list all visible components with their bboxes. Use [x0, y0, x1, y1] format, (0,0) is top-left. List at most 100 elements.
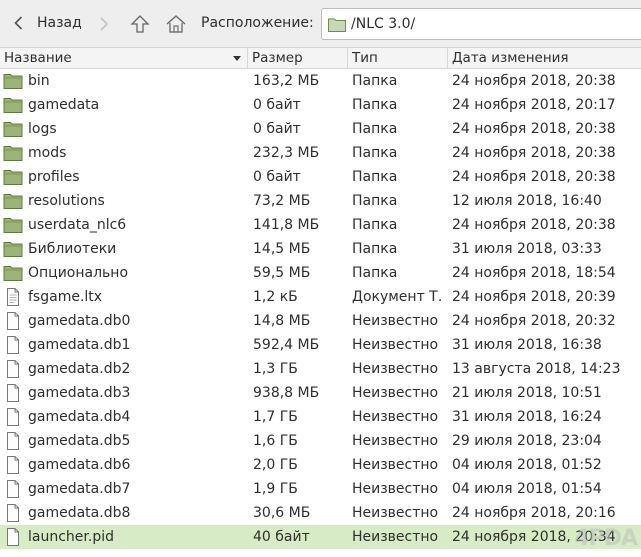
file-row[interactable]: gamedata.db7 1,9 ГБ Неизвестно 04 июля 2018… — [0, 477, 641, 501]
file-row[interactable]: gamedata.db1 592,4 МБ Неизвестно 31 июля 20… — [0, 333, 641, 357]
file-name: fsgame.ltx — [28, 289, 103, 305]
column-date-label: Дата изменения — [452, 50, 569, 66]
file-type: Неизвестно — [352, 481, 439, 497]
file-row[interactable]: resolutions 73,2 МБ Папка 12 июля 2018, 16:… — [0, 189, 641, 213]
text-file-icon — [3, 288, 23, 306]
file-date: 24 ноября 2018, 20:16 — [452, 505, 616, 521]
file-size: 30,6 МБ — [253, 505, 311, 521]
file-size: 59,5 МБ — [253, 265, 311, 281]
file-size: 73,2 МБ — [253, 193, 311, 209]
file-icon — [3, 456, 23, 474]
file-type: Неизвестно — [352, 505, 439, 521]
file-type: Документ Т… — [352, 289, 444, 305]
forward-arrow-icon[interactable] — [93, 13, 115, 35]
file-icon — [3, 504, 23, 522]
file-date: 24 ноября 2018, 20:38 — [452, 145, 616, 161]
file-type: Неизвестно — [352, 385, 439, 401]
folder-icon — [328, 18, 346, 32]
file-size: 1,2 кБ — [253, 289, 298, 305]
file-name: userdata_nlc6 — [28, 217, 127, 233]
file-icon — [3, 408, 23, 426]
folder-icon — [3, 72, 23, 90]
column-header: Название Размер Тип Дата изменения — [0, 48, 641, 69]
file-row[interactable]: gamedata 0 байт Папка 24 ноября 2018, 20:17 — [0, 93, 641, 117]
file-type: Неизвестно — [352, 361, 439, 377]
file-row[interactable]: gamedata.db0 14,8 МБ Неизвестно 24 ноября 2… — [0, 309, 641, 333]
file-row[interactable]: mods 232,3 МБ Папка 24 ноября 2018, 20:38 — [0, 141, 641, 165]
back-button[interactable]: Назад — [0, 6, 86, 40]
file-icon — [3, 336, 23, 354]
file-row[interactable]: fsgame.ltx 1,2 кБ Документ Т… 24 ноября 201… — [0, 285, 641, 309]
file-size: 0 байт — [253, 169, 301, 185]
file-type: Неизвестно — [352, 313, 439, 329]
file-date: 31 июля 2018, 03:33 — [452, 241, 602, 257]
file-icon — [3, 312, 23, 330]
file-size: 14,8 МБ — [253, 313, 311, 329]
up-arrow-icon[interactable] — [129, 13, 151, 35]
file-size: 40 байт — [253, 529, 310, 545]
file-size: 592,4 МБ — [253, 337, 320, 353]
location-field[interactable]: /NLC 3.0/ — [321, 8, 641, 40]
file-size: 1,7 ГБ — [253, 409, 298, 425]
folder-icon — [3, 264, 23, 282]
file-type: Папка — [352, 145, 398, 161]
folder-icon — [3, 144, 23, 162]
folder-icon — [3, 240, 23, 258]
back-arrow-icon — [14, 16, 23, 30]
file-row[interactable]: Опционально 59,5 МБ Папка 24 ноября 2018, 1… — [0, 261, 641, 285]
file-name: bin — [28, 73, 50, 89]
file-date: 24 ноября 2018, 20:38 — [452, 121, 616, 137]
file-name: profiles — [28, 169, 80, 185]
file-row[interactable]: bin 163,2 МБ Папка 24 ноября 2018, 20:38 — [0, 69, 641, 93]
file-list: bin 163,2 МБ Папка 24 ноября 2018, 20:38 gam… — [0, 69, 641, 549]
file-icon — [3, 384, 23, 402]
column-size[interactable]: Размер — [248, 48, 348, 68]
file-name: Опционально — [28, 265, 129, 281]
home-icon[interactable] — [165, 13, 187, 35]
file-date: 24 ноября 2018, 20:39 — [452, 289, 616, 305]
file-date: 24 ноября 2018, 20:38 — [452, 169, 616, 185]
file-size: 2,0 ГБ — [253, 457, 298, 473]
file-type: Папка — [352, 121, 398, 137]
folder-icon — [3, 216, 23, 234]
file-name: gamedata.db1 — [28, 337, 131, 353]
file-type: Папка — [352, 217, 398, 233]
file-row[interactable]: logs 0 байт Папка 24 ноября 2018, 20:38 — [0, 117, 641, 141]
file-row[interactable]: gamedata.db2 1,3 ГБ Неизвестно 13 августа 2… — [0, 357, 641, 381]
column-name[interactable]: Название — [0, 48, 248, 68]
file-row[interactable]: gamedata.db5 1,6 ГБ Неизвестно 29 июля 2018… — [0, 429, 641, 453]
file-name: resolutions — [28, 193, 105, 209]
location-path: /NLC 3.0/ — [351, 16, 416, 32]
file-icon — [3, 528, 23, 546]
file-date: 12 июля 2018, 16:40 — [452, 193, 602, 209]
file-row[interactable]: userdata_nlc6 141,8 МБ Папка 24 ноября 2018… — [0, 213, 641, 237]
file-type: Папка — [352, 265, 398, 281]
file-row[interactable]: gamedata.db4 1,7 ГБ Неизвестно 31 июля 2018… — [0, 405, 641, 429]
file-row[interactable]: gamedata.db8 30,6 МБ Неизвестно 24 ноября 2… — [0, 501, 641, 525]
file-date: 31 июля 2018, 16:24 — [452, 409, 602, 425]
file-date: 21 июля 2018, 10:51 — [452, 385, 602, 401]
column-name-label: Название — [4, 50, 72, 66]
file-row[interactable]: profiles 0 байт Папка 24 ноября 2018, 20:38 — [0, 165, 641, 189]
location-label: Расположение: — [201, 15, 314, 31]
file-type: Неизвестно — [352, 457, 439, 473]
file-row[interactable]: gamedata.db3 938,8 МБ Неизвестно 21 июля 20… — [0, 381, 641, 405]
file-date: 24 ноября 2018, 20:32 — [452, 313, 616, 329]
file-size: 14,5 МБ — [253, 241, 311, 257]
file-date: 04 июля 2018, 01:52 — [452, 457, 602, 473]
file-type: Неизвестно — [352, 433, 439, 449]
file-name: Библиотеки — [28, 241, 117, 257]
column-type-label: Тип — [352, 50, 378, 66]
file-row[interactable]: gamedata.db6 2,0 ГБ Неизвестно 04 июля 2018… — [0, 453, 641, 477]
file-type: Папка — [352, 193, 398, 209]
file-date: 31 июля 2018, 16:38 — [452, 337, 602, 353]
back-label: Назад — [37, 15, 82, 31]
folder-icon — [3, 96, 23, 114]
file-row[interactable]: launcher.pid 40 байт Неизвестно 24 ноября 2… — [0, 525, 641, 549]
file-row[interactable]: Библиотеки 14,5 МБ Папка 31 июля 2018, 03:3… — [0, 237, 641, 261]
column-type[interactable]: Тип — [348, 48, 448, 68]
column-date[interactable]: Дата изменения — [448, 48, 641, 68]
folder-icon — [3, 192, 23, 210]
file-date: 29 июля 2018, 23:04 — [452, 433, 602, 449]
file-size: 0 байт — [253, 121, 301, 137]
